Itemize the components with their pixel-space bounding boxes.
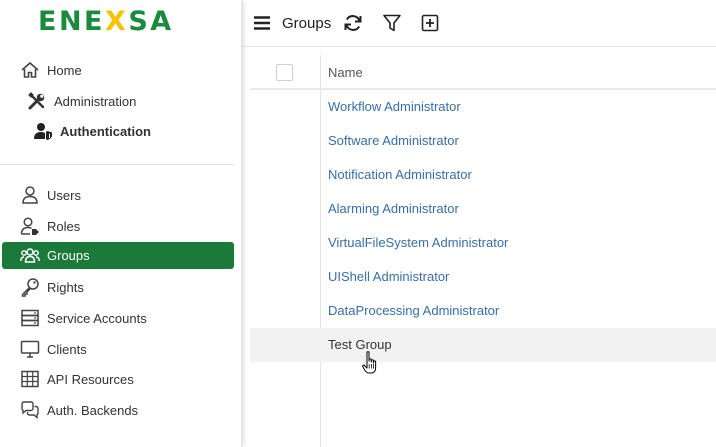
sidebar-item-clients[interactable]: Clients <box>19 335 87 363</box>
sidebar-item-groups[interactable]: Groups <box>2 242 234 269</box>
sidebar-item-auth-backends[interactable]: Auth. Backends <box>19 396 138 424</box>
sidebar: ENEXSA Home Administration Authenticatio… <box>0 0 242 447</box>
sidebar-item-label: Authentication <box>60 123 151 139</box>
page-title: Groups <box>282 14 332 32</box>
table-row[interactable]: UIShell Administrator <box>250 260 716 294</box>
grid-header: Name <box>250 55 716 90</box>
table-row[interactable]: Test Group <box>250 328 716 362</box>
table-row[interactable]: Workflow Administrator <box>250 90 716 124</box>
sidebar-divider <box>0 164 234 165</box>
hand-cursor-icon <box>362 351 377 374</box>
sidebar-item-roles[interactable]: Roles <box>19 212 80 240</box>
groups-grid: Name Workflow Administrator Software Adm… <box>250 55 716 362</box>
table-row[interactable]: DataProcessing Administrator <box>250 294 716 328</box>
sidebar-item-label: Roles <box>47 218 81 234</box>
sidebar-item-label: Rights <box>47 279 84 295</box>
group-link[interactable]: Notification Administrator <box>328 167 472 182</box>
sidebar-item-api-resources[interactable]: API Resources <box>19 365 134 393</box>
sidebar-item-administration[interactable]: Administration <box>26 87 136 115</box>
group-link[interactable]: DataProcessing Administrator <box>328 303 499 318</box>
user-icon <box>19 184 41 206</box>
sidebar-item-label: API Resources <box>47 371 134 387</box>
user-tag-icon <box>19 215 41 237</box>
sidebar-item-label: Administration <box>54 93 137 109</box>
add-icon[interactable] <box>419 12 441 34</box>
table-row[interactable]: Alarming Administrator <box>250 192 716 226</box>
group-link[interactable]: Test Group <box>328 337 392 352</box>
sidebar-item-authentication[interactable]: Authentication <box>32 117 151 145</box>
toolbar: Groups <box>242 0 716 47</box>
table-row[interactable]: VirtualFileSystem Administrator <box>250 226 716 260</box>
sidebar-item-users[interactable]: Users <box>19 181 81 209</box>
sidebar-item-label: Groups <box>47 248 90 263</box>
group-link[interactable]: Alarming Administrator <box>328 201 459 216</box>
sidebar-item-label: Clients <box>47 341 87 357</box>
comments-icon <box>19 399 41 421</box>
sidebar-item-label: Users <box>47 187 81 203</box>
table-row[interactable]: Notification Administrator <box>250 158 716 192</box>
refresh-icon[interactable] <box>342 12 364 34</box>
sidebar-item-label: Auth. Backends <box>47 402 139 418</box>
select-all-checkbox[interactable] <box>276 64 293 81</box>
group-link[interactable]: UIShell Administrator <box>328 269 449 284</box>
server-icon <box>19 307 41 329</box>
sidebar-item-home[interactable]: Home <box>19 56 82 84</box>
home-icon <box>19 59 41 81</box>
table-row[interactable]: Software Administrator <box>250 124 716 158</box>
enexsa-logo[interactable]: ENEXSA <box>38 6 174 37</box>
key-icon <box>19 276 41 298</box>
group-link[interactable]: Workflow Administrator <box>328 99 461 114</box>
table-icon <box>19 368 41 390</box>
monitor-icon <box>19 338 41 360</box>
users-icon <box>19 245 41 267</box>
sidebar-item-service-accounts[interactable]: Service Accounts <box>19 304 147 332</box>
sidebar-item-label: Home <box>47 62 82 78</box>
sidebar-item-rights[interactable]: Rights <box>19 273 84 301</box>
filter-icon[interactable] <box>381 12 403 34</box>
hamburger-icon[interactable] <box>251 12 273 34</box>
group-link[interactable]: VirtualFileSystem Administrator <box>328 235 508 250</box>
tools-icon <box>26 90 48 112</box>
sidebar-item-label: Service Accounts <box>47 310 147 326</box>
column-header-name[interactable]: Name <box>328 65 363 80</box>
user-shield-icon <box>32 120 54 142</box>
group-link[interactable]: Software Administrator <box>328 133 459 148</box>
